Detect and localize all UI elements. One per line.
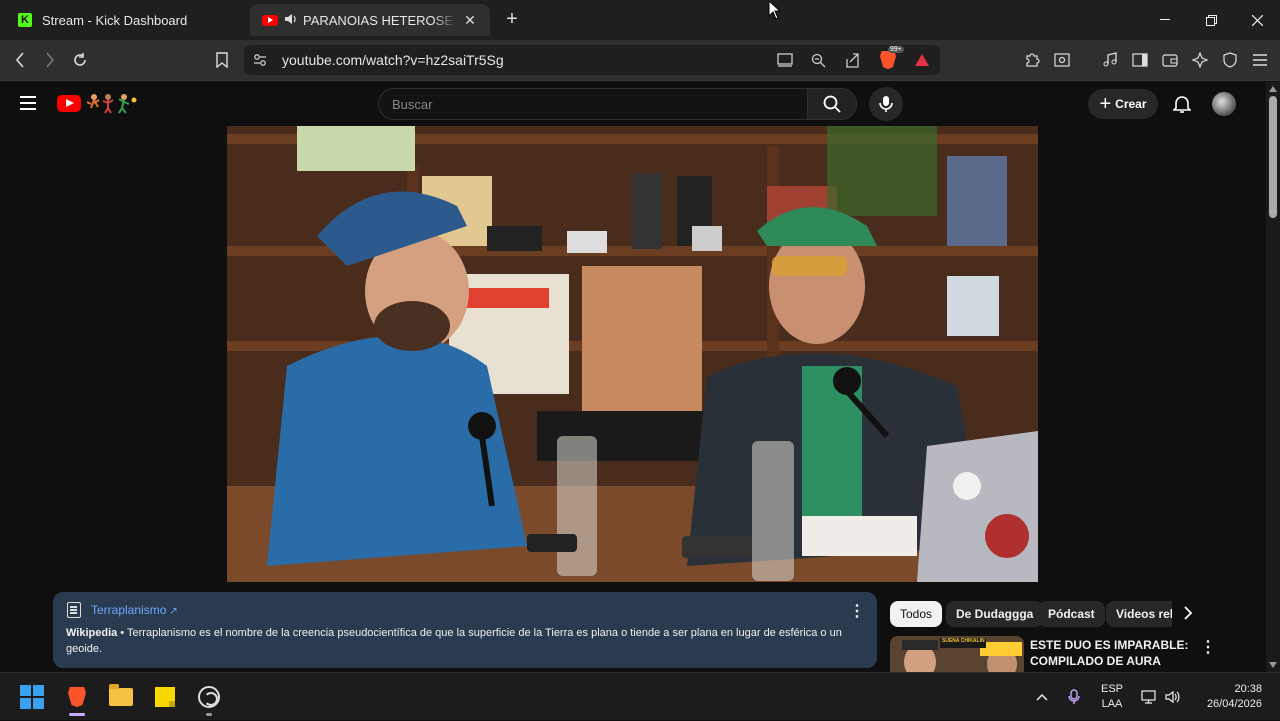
leo-ai-icon[interactable]	[1188, 48, 1212, 72]
site-settings-icon[interactable]	[248, 48, 272, 72]
tab-title: PARANOIAS HETEROSEXUALES	[303, 12, 456, 28]
info-text: • Terraplanismo es el nombre de la creen…	[66, 627, 842, 655]
wallet-icon[interactable]	[1158, 48, 1182, 72]
extensions-icon[interactable]	[1020, 48, 1044, 72]
chevron-right-icon[interactable]	[1183, 606, 1193, 625]
tab-kick-dashboard[interactable]: K Stream - Kick Dashboard	[6, 4, 246, 36]
bookmark-icon[interactable]	[210, 48, 234, 72]
sticky-notes-icon[interactable]	[151, 683, 179, 711]
reload-icon[interactable]	[68, 48, 92, 72]
brave-browser-icon[interactable]	[63, 683, 91, 711]
microphone-tray-icon[interactable]	[1062, 673, 1086, 721]
related-more-options-icon[interactable]: ⋮	[1200, 637, 1216, 657]
share-icon[interactable]	[840, 48, 864, 72]
thumbnail-text: SUENA CHIKALIN	[942, 638, 985, 644]
info-source: Wikipedia	[66, 627, 118, 639]
clock[interactable]: 20:38 26/04/2026	[1194, 682, 1262, 712]
new-tab-button[interactable]: +	[500, 8, 524, 31]
account-avatar[interactable]	[1212, 92, 1236, 116]
clock-date: 26/04/2026	[1206, 698, 1262, 710]
shields-count-badge: 99+	[888, 46, 904, 53]
microphone-icon	[879, 96, 893, 112]
zoom-icon[interactable]	[806, 48, 830, 72]
search-icon	[823, 95, 841, 113]
close-window-button[interactable]	[1234, 0, 1280, 40]
browser-tab-strip: K Stream - Kick Dashboard PARANOIAS HETE…	[0, 0, 1280, 40]
back-icon[interactable]	[8, 48, 32, 72]
youtube-header: Buscar + Crear	[0, 82, 1266, 126]
obs-studio-icon[interactable]	[195, 683, 223, 711]
mouse-cursor-icon	[768, 0, 782, 20]
chip-channel[interactable]: De Dudaggga	[946, 601, 1044, 627]
clock-time: 20:38	[1234, 683, 1262, 695]
video-player[interactable]	[227, 126, 1038, 582]
search-placeholder: Buscar	[392, 97, 433, 112]
input-language[interactable]: ESP LAA	[1100, 682, 1124, 712]
file-explorer-icon[interactable]	[107, 683, 135, 711]
taskbar: ESP LAA 20:38 26/04/2026	[0, 672, 1280, 720]
menu-icon[interactable]	[1248, 48, 1272, 72]
brave-rewards-icon[interactable]	[910, 48, 934, 72]
windows-start-icon[interactable]	[18, 683, 46, 711]
browser-toolbar: youtube.com/watch?v=hz2saiTr5Sg 99+	[0, 40, 1280, 81]
show-hidden-icons-chevron-up-icon[interactable]	[1030, 673, 1054, 721]
voice-search-button[interactable]	[869, 87, 903, 121]
restore-button[interactable]	[1188, 0, 1234, 40]
chip-podcast[interactable]: Pódcast	[1038, 601, 1105, 627]
chip-related-clip: Videos relacionados	[1106, 601, 1172, 627]
info-panel-description: Wikipedia • Terraplanismo es el nombre d…	[66, 625, 866, 657]
brave-shields-icon[interactable]: 99+	[876, 46, 904, 72]
scroll-up-arrow-icon[interactable]	[1269, 86, 1277, 92]
kick-icon: K	[18, 13, 32, 27]
network-icon[interactable]	[1138, 673, 1160, 721]
create-label: Crear	[1115, 97, 1147, 111]
page-scrollbar[interactable]	[1266, 82, 1280, 672]
sidebar-icon[interactable]	[1128, 48, 1152, 72]
speaker-icon[interactable]	[284, 13, 297, 28]
running-app-indicator	[206, 713, 212, 716]
lang-line1: ESP	[1100, 683, 1123, 695]
video-frame-image	[227, 126, 1038, 582]
youtube-doodle-icon[interactable]	[86, 92, 138, 114]
create-button[interactable]: + Crear	[1088, 89, 1158, 119]
document-icon	[67, 602, 81, 618]
scroll-thumb[interactable]	[1269, 96, 1277, 218]
notifications-bell-icon[interactable]	[1170, 92, 1194, 116]
media-control-icon[interactable]	[1098, 48, 1122, 72]
active-app-indicator	[69, 713, 85, 716]
search-button[interactable]	[807, 88, 857, 120]
minimize-button[interactable]	[1142, 0, 1188, 40]
leo-search-icon[interactable]	[1050, 48, 1074, 72]
search-input[interactable]: Buscar	[378, 88, 808, 120]
related-video-thumbnail[interactable]: SUENA CHIKALIN	[890, 636, 1024, 672]
vpn-icon[interactable]	[1218, 48, 1242, 72]
youtube-logo[interactable]	[57, 95, 81, 112]
chip-todos[interactable]: Todos	[890, 601, 943, 627]
chip-related[interactable]: Videos relacionados	[1106, 601, 1172, 627]
plus-icon: +	[1099, 93, 1112, 115]
external-link-icon: ↗	[169, 606, 178, 617]
url-text[interactable]: youtube.com/watch?v=hz2saiTr5Sg	[282, 52, 504, 68]
more-options-icon[interactable]: ⋮	[849, 601, 865, 621]
lang-line2: LAA	[1101, 698, 1123, 710]
info-panel: Terraplanismo ↗ ⋮ Wikipedia • Terraplanis…	[53, 592, 877, 668]
youtube-icon	[262, 14, 278, 26]
forward-icon[interactable]	[38, 48, 62, 72]
cast-icon[interactable]	[773, 48, 797, 72]
info-panel-link[interactable]: Terraplanismo ↗	[91, 603, 178, 617]
volume-icon[interactable]	[1162, 673, 1184, 721]
close-tab-icon[interactable]: ✕	[462, 12, 478, 29]
guide-menu-icon[interactable]	[20, 96, 36, 110]
tab-youtube-video[interactable]: PARANOIAS HETEROSEXUALES ✕	[250, 4, 490, 36]
tab-title: Stream - Kick Dashboard	[42, 12, 188, 28]
scroll-down-arrow-icon[interactable]	[1269, 662, 1277, 668]
address-bar[interactable]: youtube.com/watch?v=hz2saiTr5Sg 99+	[244, 45, 940, 75]
